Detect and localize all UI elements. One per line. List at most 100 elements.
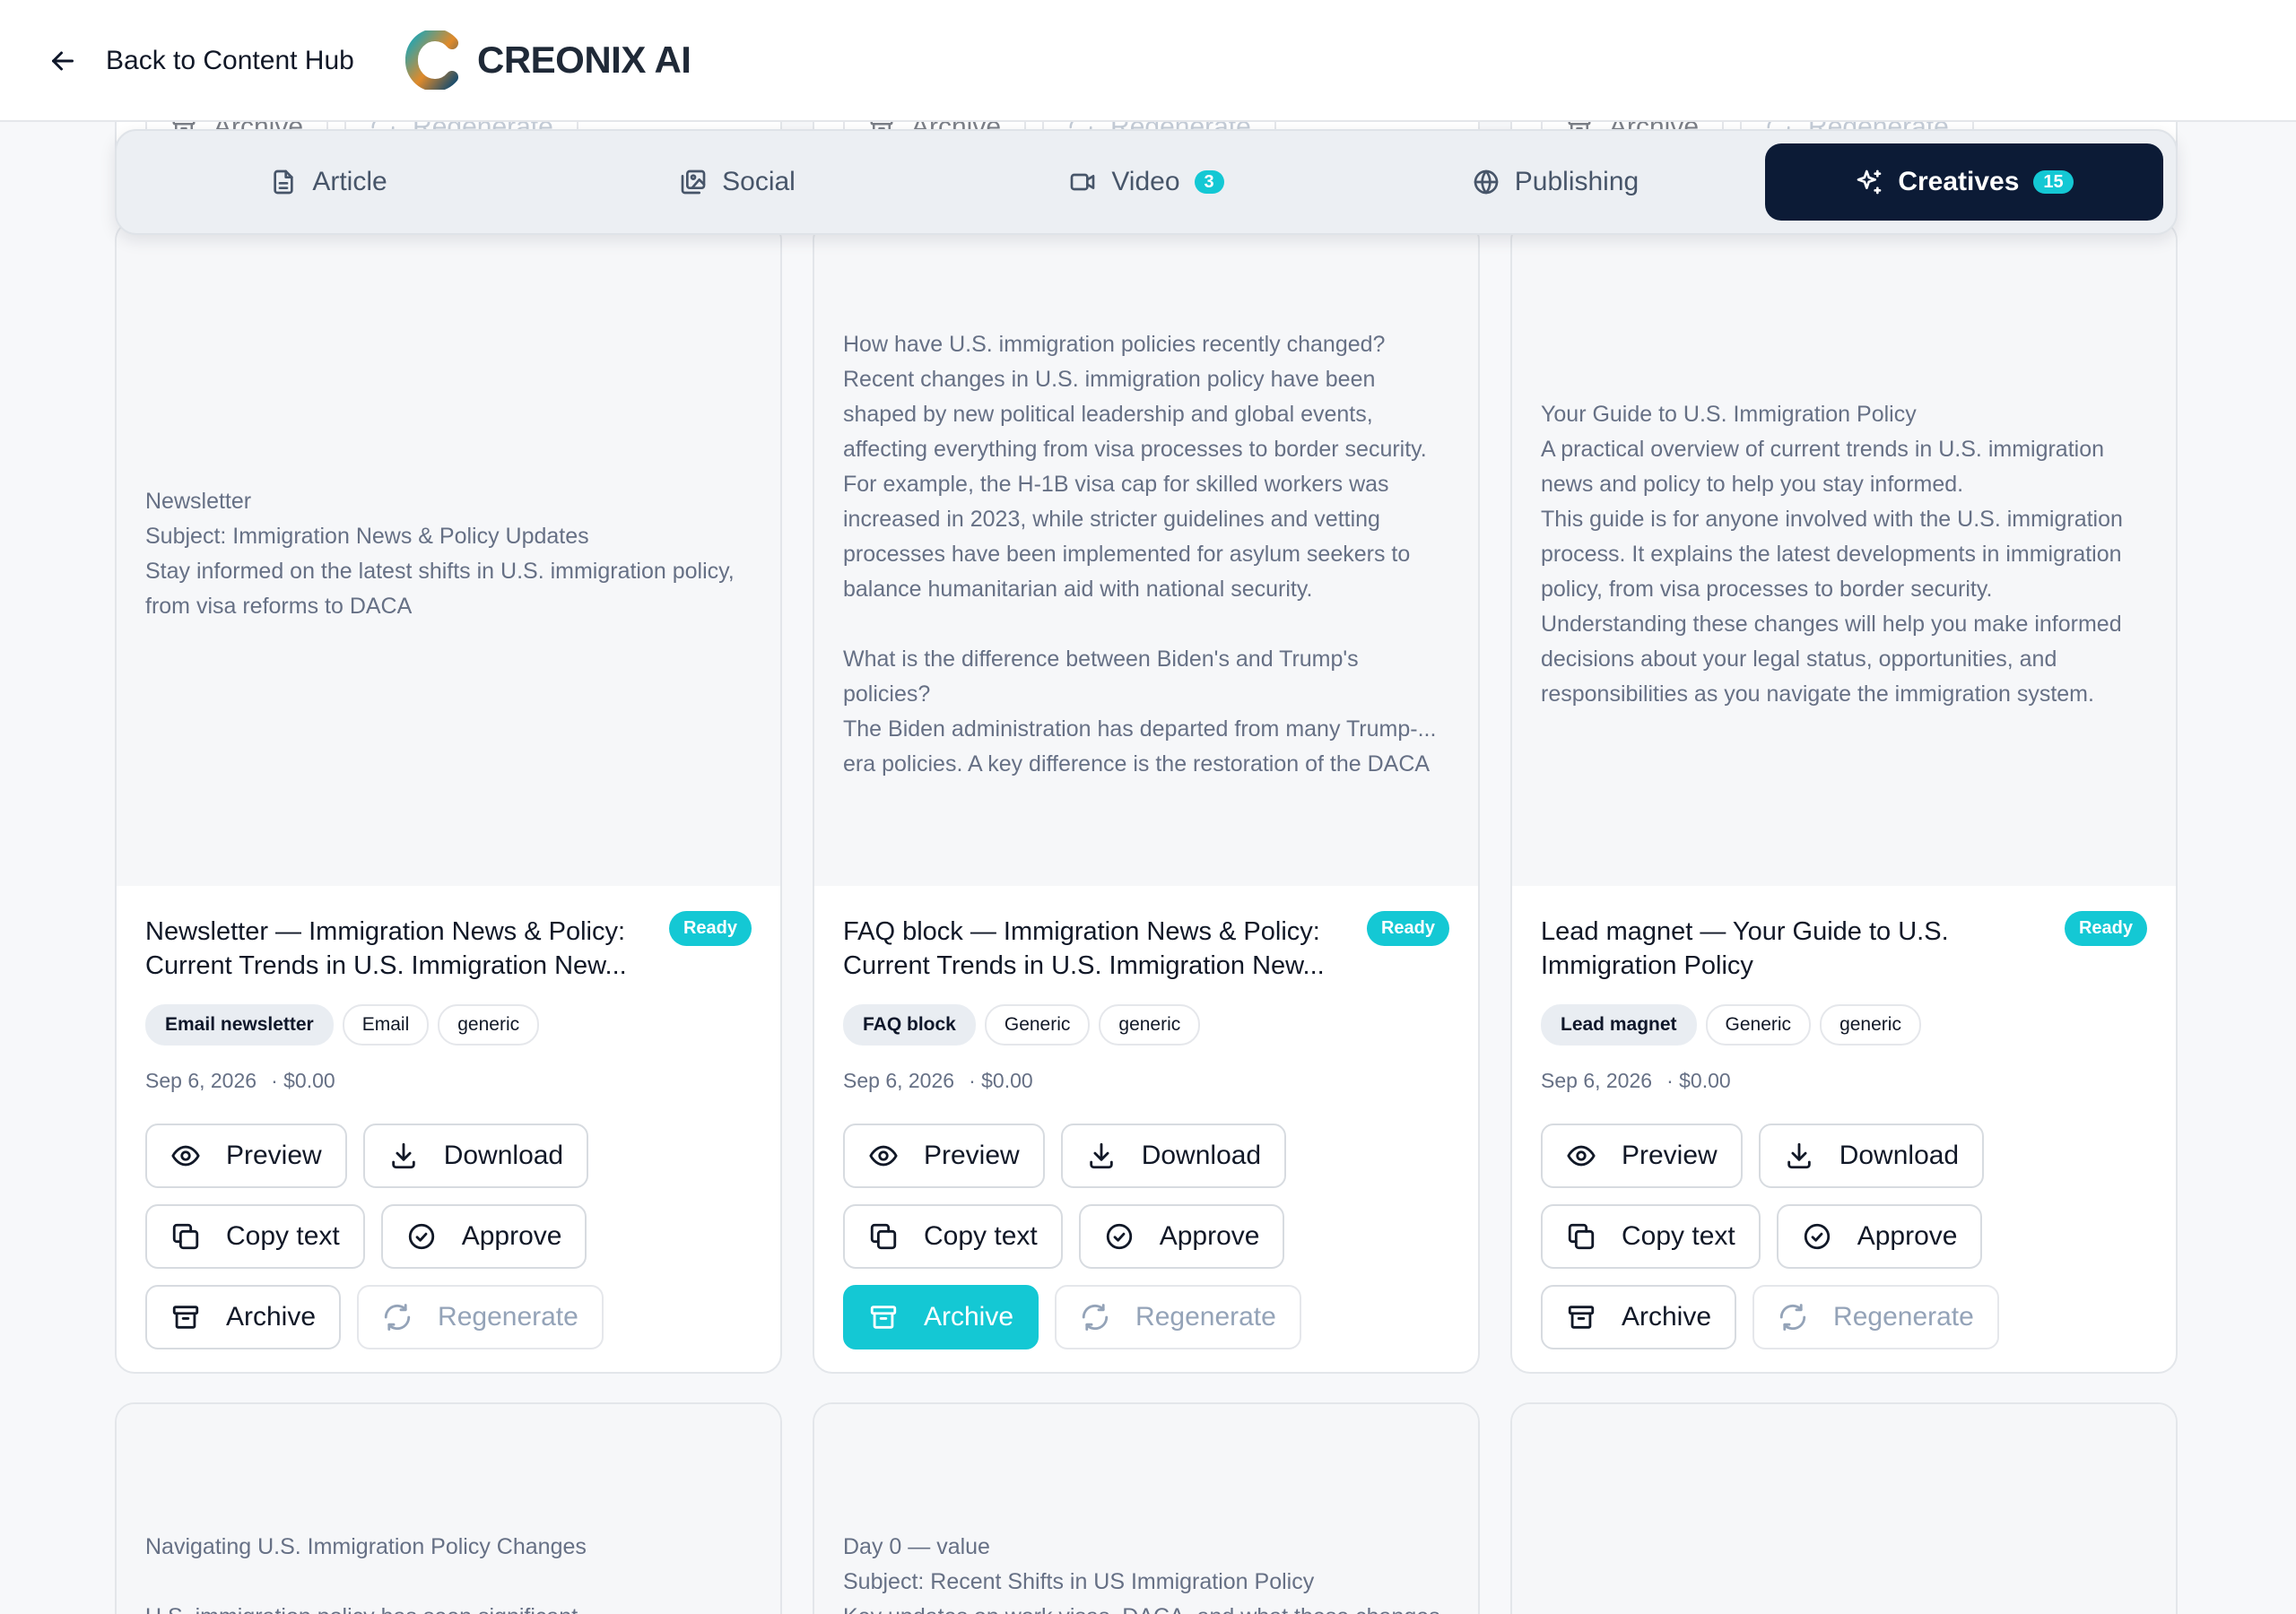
button-label: Download: [1839, 1141, 1960, 1170]
button-label: Approve: [1857, 1221, 1958, 1251]
regenerate-button[interactable]: Regenerate: [357, 1285, 604, 1349]
content-type-tabs: Article Social Video 3 Publishing Creati…: [115, 129, 2178, 235]
card-price: · $0.00: [969, 1069, 1033, 1092]
tag-list: FAQ block Generic generic: [843, 1004, 1449, 1046]
tab-publishing[interactable]: Publishing: [1356, 143, 1754, 221]
button-label: Copy text: [226, 1221, 340, 1251]
archive-button[interactable]: Archive: [145, 1285, 342, 1349]
approve-button[interactable]: Approve: [1078, 1204, 1285, 1269]
tab-count-badge: 15: [2033, 170, 2074, 194]
tab-label: Article: [312, 167, 387, 196]
archive-button[interactable]: Archive: [843, 1285, 1039, 1349]
tag: Generic: [984, 1004, 1091, 1046]
eye-icon: [1567, 1145, 1596, 1167]
download-icon: [391, 1142, 415, 1169]
preview-text: How have U.S. immigration policies recen…: [843, 331, 1437, 777]
card-preview[interactable]: Newsletter Subject: Immigration News & P…: [117, 222, 780, 886]
copy-text-button[interactable]: Copy text: [1541, 1204, 1761, 1269]
tab-video[interactable]: Video 3: [947, 143, 1345, 221]
archive-icon: [870, 1306, 897, 1329]
tab-label: Creatives: [1898, 167, 2020, 196]
button-label: Regenerate: [1135, 1302, 1276, 1332]
tab-creatives[interactable]: Creatives 15: [1765, 143, 2163, 221]
tag: Email newsletter: [145, 1004, 334, 1046]
copy-icon: [870, 1223, 897, 1250]
card-preview[interactable]: How have U.S. immigration policies recen…: [814, 222, 1478, 886]
archive-button[interactable]: Archive: [1541, 1285, 1737, 1349]
eye-icon: [171, 1145, 200, 1167]
preview-button[interactable]: Preview: [1541, 1124, 1743, 1188]
button-label: Download: [1141, 1141, 1262, 1170]
brand: CREONIX AI: [405, 30, 691, 90]
card-preview[interactable]: [1512, 1404, 2176, 1614]
button-label: Preview: [924, 1141, 1020, 1170]
card-preview[interactable]: Your Guide to U.S. Immigration Policy A …: [1512, 222, 2176, 886]
download-button[interactable]: Download: [1758, 1124, 1985, 1188]
button-label: Copy text: [1622, 1221, 1735, 1251]
tag: FAQ block: [843, 1004, 976, 1046]
check-circle-icon: [1804, 1223, 1830, 1250]
tag: generic: [438, 1004, 540, 1046]
button-label: Regenerate: [438, 1302, 578, 1332]
check-circle-icon: [1106, 1223, 1132, 1250]
tag: Lead magnet: [1541, 1004, 1697, 1046]
download-button[interactable]: Download: [362, 1124, 589, 1188]
button-label: Archive: [1622, 1302, 1712, 1332]
globe-icon: [1474, 169, 1499, 195]
tab-label: Publishing: [1514, 167, 1639, 196]
card-price: · $0.00: [1666, 1069, 1731, 1092]
archive-icon: [172, 1306, 199, 1329]
button-label: Regenerate: [1833, 1302, 1974, 1332]
card-date: Sep 6, 2026: [145, 1069, 257, 1092]
tag: Email: [342, 1004, 430, 1046]
copy-icon: [172, 1223, 199, 1250]
preview-text: Your Guide to U.S. Immigration Policy A …: [1541, 401, 2123, 707]
tab-social[interactable]: Social: [538, 143, 936, 221]
back-to-content-hub-link[interactable]: Back to Content Hub: [47, 32, 354, 90]
tag-list: Email newsletter Email generic: [145, 1004, 752, 1046]
arrow-left-icon: [52, 51, 74, 71]
refresh-icon: [1779, 1304, 1806, 1331]
card-title: Lead magnet — Your Guide to U.S. Immigra…: [1541, 917, 1949, 980]
tab-label: Social: [722, 167, 796, 196]
card-title: Newsletter — Immigration News & Policy: …: [145, 917, 627, 980]
button-label: Preview: [226, 1141, 322, 1170]
tag: generic: [1099, 1004, 1201, 1046]
regenerate-button[interactable]: Regenerate: [1752, 1285, 1999, 1349]
button-label: Preview: [1622, 1141, 1718, 1170]
image-gallery-icon: [681, 169, 706, 195]
card-preview[interactable]: Day 0 — value Subject: Recent Shifts in …: [814, 1404, 1478, 1614]
card-meta: Sep 6, 2026 · $0.00: [1541, 1069, 2147, 1093]
creative-card: Your Guide to U.S. Immigration Policy A …: [1510, 221, 2178, 1374]
status-badge: Ready: [1366, 911, 1449, 946]
button-label: Copy text: [924, 1221, 1038, 1251]
regenerate-button[interactable]: Regenerate: [1055, 1285, 1301, 1349]
preview-text: Day 0 — value Subject: Recent Shifts in …: [843, 1534, 1440, 1614]
card-preview[interactable]: Navigating U.S. Immigration Policy Chang…: [117, 1404, 780, 1614]
copy-text-button[interactable]: Copy text: [843, 1204, 1063, 1269]
document-icon: [274, 169, 293, 195]
card-date: Sep 6, 2026: [843, 1069, 955, 1092]
preview-button[interactable]: Preview: [843, 1124, 1045, 1188]
eye-icon: [869, 1145, 898, 1167]
button-label: Archive: [226, 1302, 317, 1332]
tag: Generic: [1705, 1004, 1812, 1046]
button-label: Approve: [461, 1221, 562, 1251]
card-price: · $0.00: [271, 1069, 335, 1092]
approve-button[interactable]: Approve: [1776, 1204, 1983, 1269]
status-badge: Ready: [2064, 911, 2147, 946]
tab-article[interactable]: Article: [129, 143, 527, 221]
approve-button[interactable]: Approve: [380, 1204, 587, 1269]
sparkles-icon: [1857, 169, 1882, 195]
creonix-logo-icon: [405, 30, 458, 90]
creative-card: Newsletter Subject: Immigration News & P…: [115, 221, 782, 1374]
brand-name: CREONIX AI: [477, 39, 691, 81]
top-header: Back to Content Hub CREONIX AI: [0, 0, 2296, 122]
tag: generic: [1820, 1004, 1921, 1046]
preview-button[interactable]: Preview: [145, 1124, 347, 1188]
download-icon: [1089, 1142, 1113, 1169]
copy-text-button[interactable]: Copy text: [145, 1204, 365, 1269]
copy-icon: [1568, 1223, 1595, 1250]
creative-card: Day 0 — value Subject: Recent Shifts in …: [813, 1402, 1480, 1614]
download-button[interactable]: Download: [1060, 1124, 1287, 1188]
